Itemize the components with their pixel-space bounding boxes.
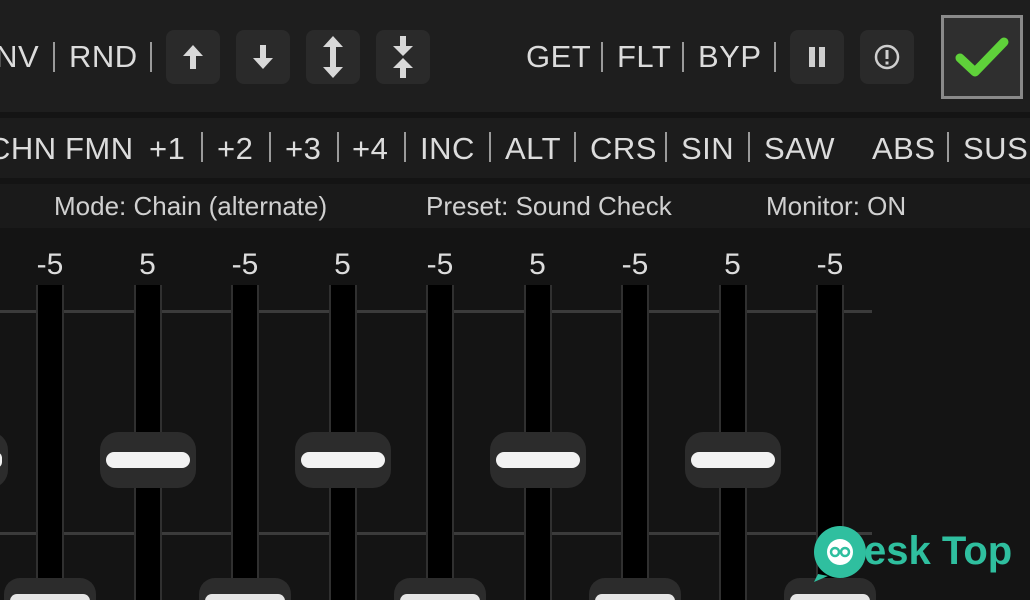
top-toolbar: INV RND GET FLT BYP [0, 0, 1030, 112]
plus3-button[interactable]: +3 [285, 131, 321, 167]
abs-button[interactable]: ABS [872, 131, 936, 167]
alt-button[interactable]: ALT [505, 131, 561, 167]
fader-value: -5 [621, 248, 649, 281]
move-down-button[interactable] [236, 30, 290, 84]
bypass-button[interactable]: BYP [698, 38, 762, 76]
fader-value: 5 [724, 248, 741, 281]
divider [337, 132, 339, 162]
fader-knob[interactable] [294, 432, 391, 488]
fader-channel: 5 [293, 232, 393, 600]
fader-knob[interactable] [199, 578, 291, 600]
divider [601, 42, 603, 72]
inc-button[interactable]: INC [420, 131, 475, 167]
fader-knob[interactable] [4, 578, 96, 600]
move-up-button[interactable] [166, 30, 220, 84]
monitor-status: Monitor: ON [766, 191, 907, 221]
arrow-down-icon [253, 45, 273, 69]
fader-channel: -5 [585, 232, 685, 600]
invert-button[interactable]: INV [0, 38, 39, 76]
divider [947, 132, 949, 162]
fader-channel: 5 [488, 232, 588, 600]
fader-track[interactable] [621, 285, 649, 600]
fmn-mode-button[interactable]: FMN [65, 131, 134, 167]
expand-vertical-icon [323, 36, 343, 78]
sus-button[interactable]: SUS [963, 131, 1028, 167]
divider [150, 42, 152, 72]
crs-button[interactable]: CRS [590, 131, 657, 167]
desktop-logo-icon [814, 526, 866, 582]
pause-button[interactable] [790, 30, 844, 84]
watermark-text: esk Top [864, 529, 1013, 573]
fader-knob[interactable] [489, 432, 586, 488]
divider [53, 42, 55, 72]
divider [574, 132, 576, 162]
plus1-button[interactable]: +1 [149, 131, 185, 167]
divider [269, 132, 271, 162]
fader-track[interactable] [426, 285, 454, 600]
confirm-button[interactable] [941, 15, 1023, 99]
mode-status: Mode: Chain (alternate) [54, 191, 328, 221]
info-circle-icon [874, 44, 900, 70]
fader-knob[interactable] [684, 432, 781, 488]
divider [665, 132, 667, 162]
divider [748, 132, 750, 162]
fader-knob[interactable] [589, 578, 681, 600]
plus2-button[interactable]: +2 [217, 131, 253, 167]
fader-value: -5 [816, 248, 844, 281]
fader-knob[interactable] [99, 432, 196, 488]
fader-value: 5 [139, 248, 156, 281]
chain-mode-button[interactable]: CHN [0, 131, 57, 167]
divider [201, 132, 203, 162]
fader-track[interactable] [231, 285, 259, 600]
filter-button[interactable]: FLT [617, 38, 671, 76]
get-button[interactable]: GET [526, 38, 591, 76]
divider [489, 132, 491, 162]
fader-channel: -5 [195, 232, 295, 600]
collapse-vertical-icon [393, 36, 413, 78]
watermark-logo: esk Top [810, 520, 1020, 584]
sin-button[interactable]: SIN [681, 131, 734, 167]
fader-channel: -5 [390, 232, 490, 600]
fader-value: 5 [529, 248, 546, 281]
fader-track[interactable] [36, 285, 64, 600]
fader-channel: -5 [0, 232, 100, 600]
plus4-button[interactable]: +4 [352, 131, 388, 167]
fader-knob[interactable] [394, 578, 486, 600]
fader-value: -5 [36, 248, 64, 281]
divider [774, 42, 776, 72]
random-button[interactable]: RND [69, 38, 138, 76]
divider [682, 42, 684, 72]
saw-button[interactable]: SAW [764, 131, 835, 167]
status-bar: Mode: Chain (alternate) Preset: Sound Ch… [0, 184, 1030, 228]
preset-status: Preset: Sound Check [426, 191, 672, 221]
fader-value: -5 [426, 248, 454, 281]
checkmark-icon [955, 37, 1009, 77]
divider [404, 132, 406, 162]
collapse-button[interactable] [376, 30, 430, 84]
fader-channel: 5 [98, 232, 198, 600]
fader-channel: 5 [683, 232, 783, 600]
fader-value: -5 [231, 248, 259, 281]
expand-button[interactable] [306, 30, 360, 84]
info-button[interactable] [860, 30, 914, 84]
mode-toolbar: CHN FMN +1 +2 +3 +4 INC ALT CRS SIN SAW … [0, 118, 1030, 178]
pause-icon [809, 47, 825, 67]
arrow-up-icon [183, 45, 203, 69]
fader-value: 5 [334, 248, 351, 281]
